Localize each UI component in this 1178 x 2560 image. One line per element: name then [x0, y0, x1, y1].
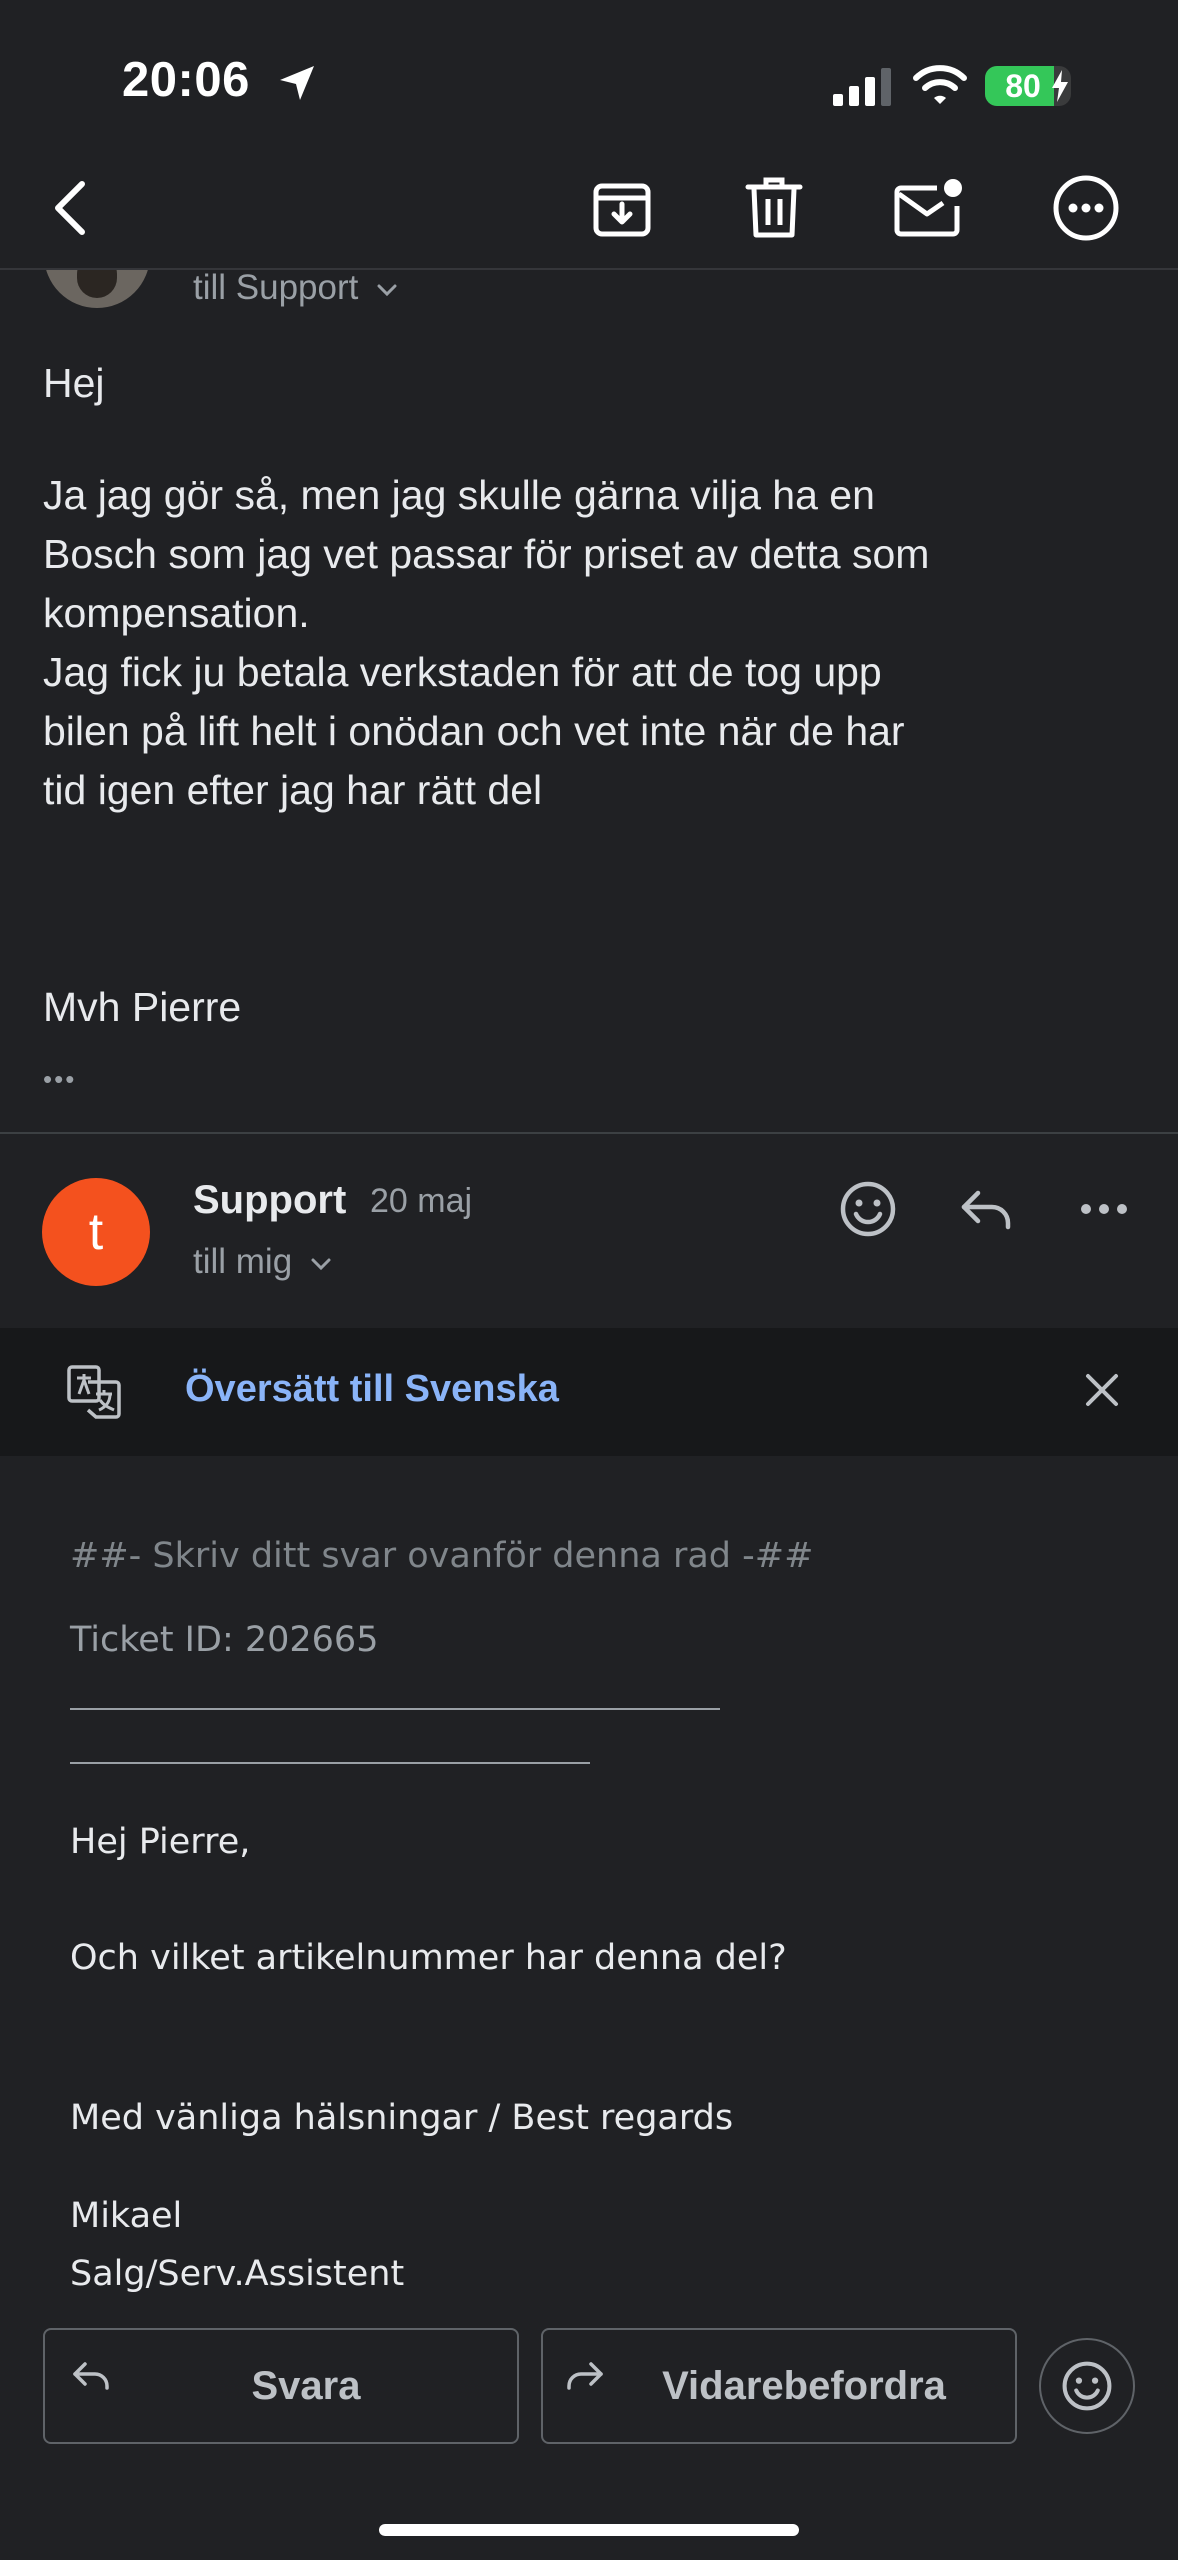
separator-line: [70, 1762, 590, 1764]
close-translate-button[interactable]: [1070, 1358, 1134, 1422]
message-divider: [0, 1132, 1178, 1134]
chevron-down-icon: [377, 284, 397, 296]
translate-icon: [67, 1365, 121, 1419]
reaction-action-button[interactable]: [1039, 2338, 1135, 2434]
reply-button[interactable]: [950, 1176, 1022, 1242]
back-icon: [55, 181, 85, 235]
more-options-button[interactable]: [1044, 166, 1128, 250]
archive-button[interactable]: [580, 168, 664, 248]
body-line: bilen på lift helt i onödan och vet inte…: [43, 708, 905, 754]
email-body-text: Ja jag gör så, men jag skulle gärna vilj…: [43, 466, 1153, 820]
more-horizontal-icon: [1081, 1204, 1127, 1214]
archive-icon: [593, 183, 651, 237]
translate-link[interactable]: Översätt till Svenska: [185, 1368, 559, 1411]
separator-line: [70, 1708, 720, 1710]
add-reaction-button[interactable]: [830, 1176, 906, 1242]
email-greeting: Hej: [43, 360, 105, 406]
trash-icon: [745, 177, 803, 238]
email-signature: Mvh Pierre: [43, 984, 242, 1030]
close-icon: [1086, 1374, 1118, 1406]
show-trimmed-content-button[interactable]: •••: [43, 1064, 76, 1095]
body-line: Ja jag gör så, men jag skulle gärna vilj…: [43, 472, 875, 518]
back-button[interactable]: [30, 168, 110, 248]
sender-name: Support: [193, 1178, 347, 1222]
reply-greeting: Hej Pierre,: [70, 1822, 251, 1862]
forward-label: Vidarebefordra: [662, 2364, 946, 2408]
toolbar-divider: [0, 268, 1178, 270]
charging-bolt-icon: [1052, 70, 1068, 102]
reply-marker: ##- Skriv ditt svar ovanför denna rad -#…: [70, 1536, 814, 1576]
recipient-line[interactable]: till Support: [193, 268, 398, 308]
mail-unread-icon: [894, 179, 962, 237]
emoji-icon: [840, 1181, 896, 1237]
reply-label: Svara: [251, 2364, 361, 2408]
body-line: kompensation.: [43, 590, 310, 636]
chevron-down-icon: [311, 1258, 331, 1270]
body-line: Bosch som jag vet passar för priset av d…: [43, 531, 930, 577]
message-more-button[interactable]: [1066, 1176, 1142, 1242]
reply-action-button[interactable]: Svara: [43, 2328, 519, 2444]
body-line: Jag fick ju betala verkstaden för att de…: [43, 649, 882, 695]
reply-signer-name: Mikael: [70, 2196, 183, 2236]
sender-avatar-1: [44, 268, 150, 308]
translate-bar: [0, 1328, 1178, 1456]
recipient-line[interactable]: till mig: [193, 1242, 332, 1282]
mark-unread-button[interactable]: [884, 168, 974, 248]
cellular-signal-icon: [833, 68, 891, 106]
ticket-id: Ticket ID: 202665: [70, 1620, 379, 1660]
reply-icon: [961, 1190, 1011, 1230]
reply-regards: Med vänliga hälsningar / Best regards: [70, 2098, 734, 2138]
reply-question: Och vilket artikelnummer har denna del?: [70, 1938, 787, 1978]
more-icon: [1053, 175, 1119, 241]
body-line: tid igen efter jag har rätt del: [43, 767, 543, 813]
emoji-icon: [1062, 2361, 1112, 2411]
location-arrow-icon: [280, 66, 314, 100]
wifi-icon: [913, 65, 967, 104]
delete-button[interactable]: [732, 168, 816, 248]
status-time: 20:06: [122, 53, 250, 107]
home-indicator[interactable]: [379, 2524, 799, 2536]
message-date: 20 maj: [370, 1182, 473, 1220]
reply-signer-title: Salg/Serv.Assistent: [70, 2254, 405, 2294]
forward-action-button[interactable]: Vidarebefordra: [541, 2328, 1017, 2444]
avatar: t: [42, 1178, 150, 1286]
battery-percent: 80: [1005, 68, 1041, 104]
